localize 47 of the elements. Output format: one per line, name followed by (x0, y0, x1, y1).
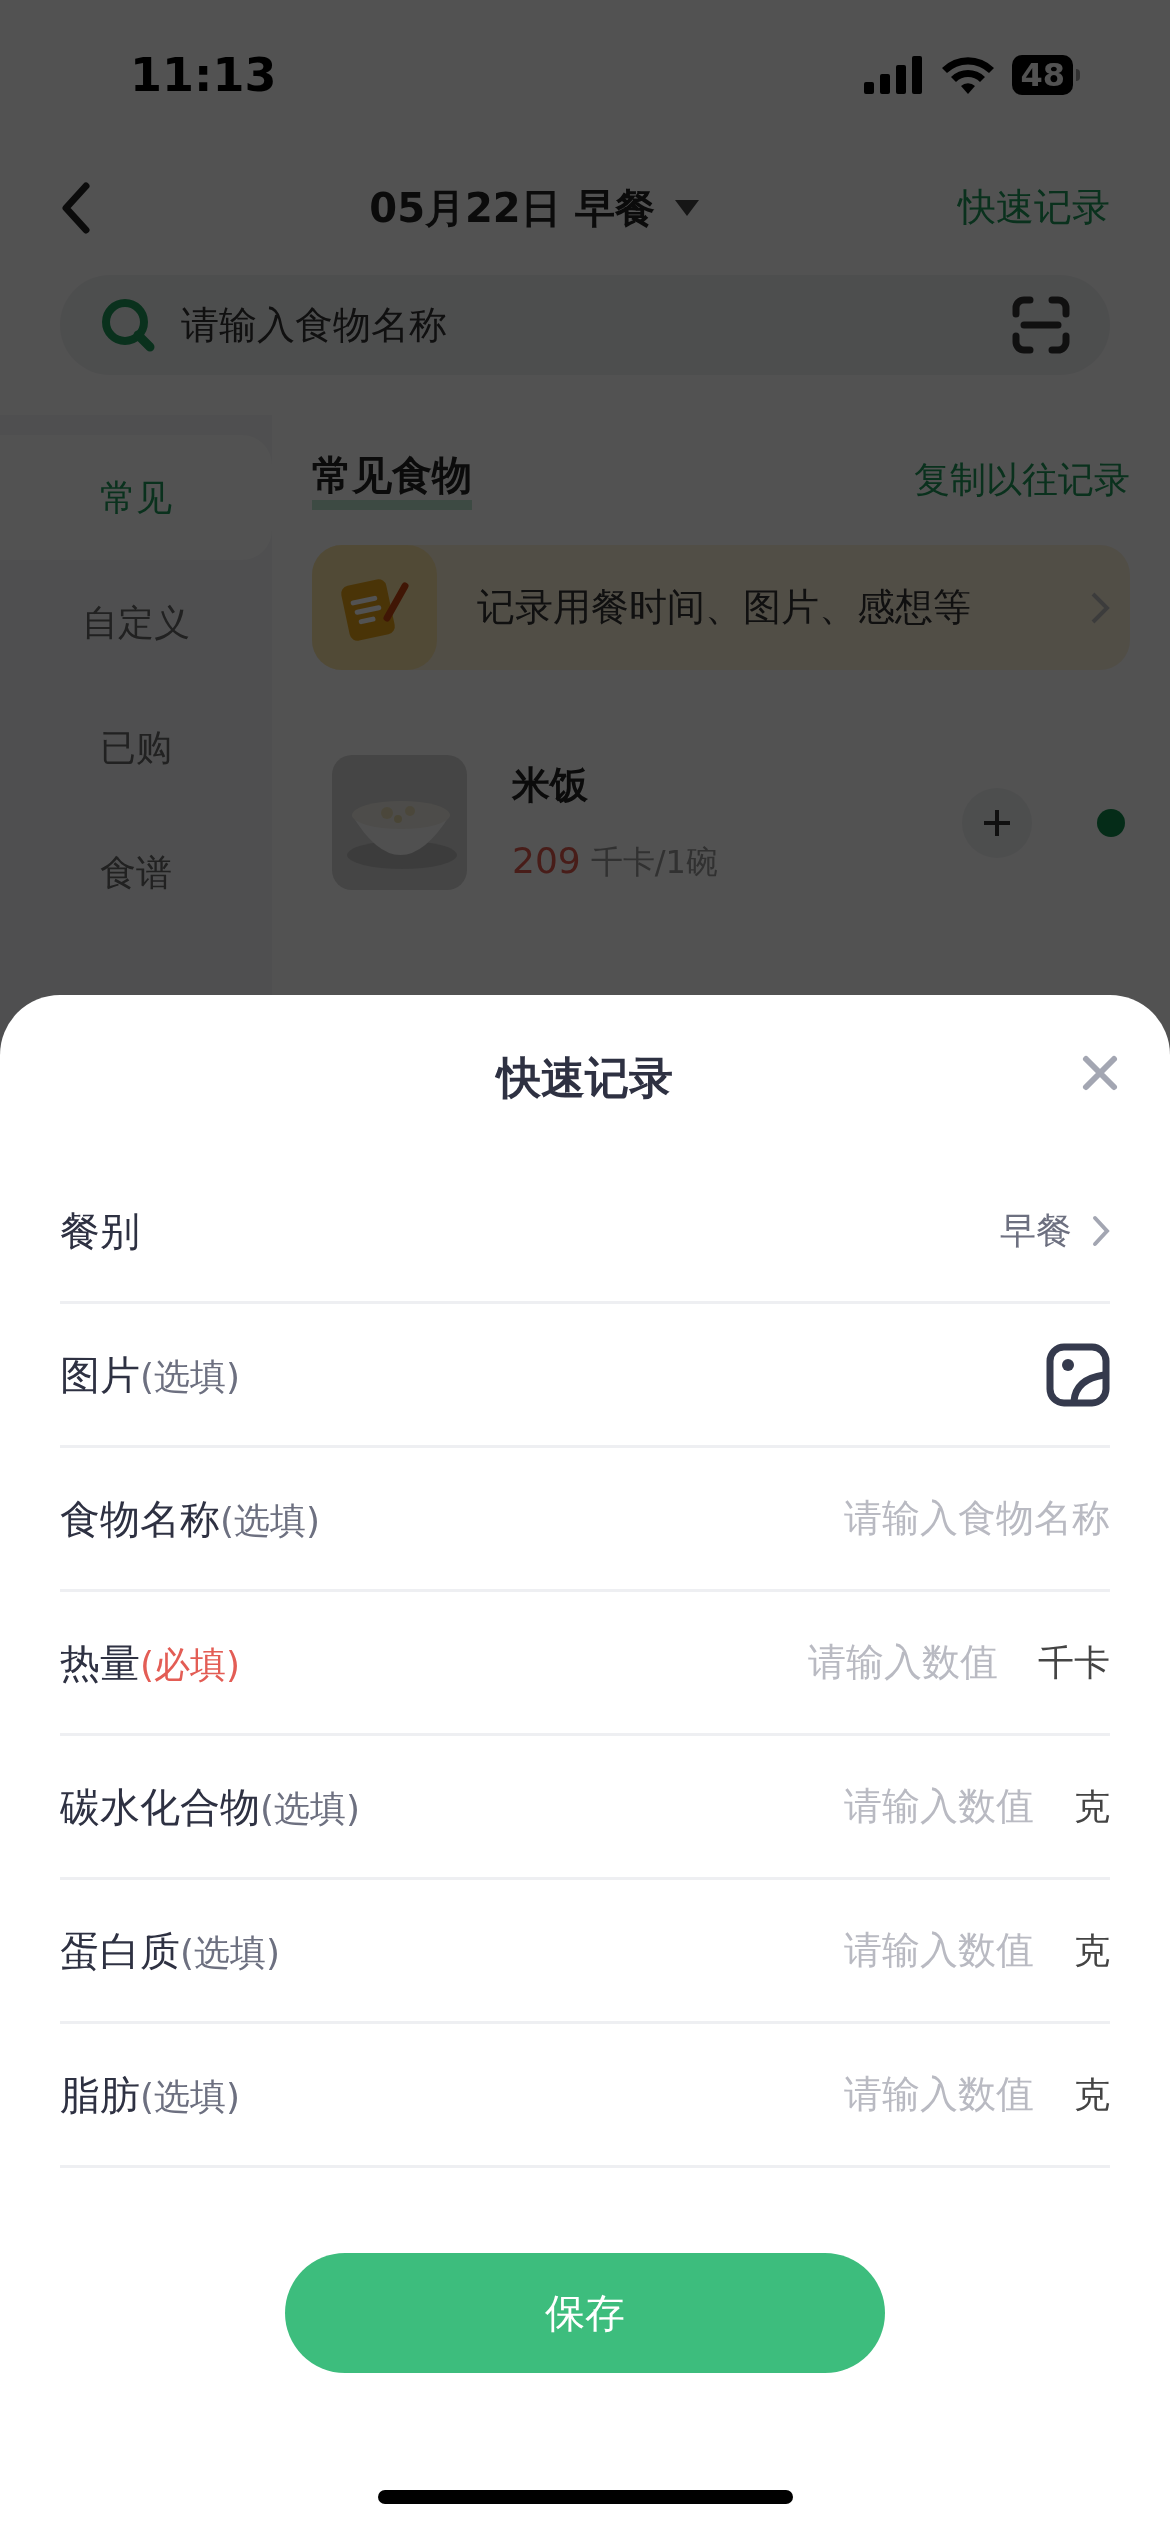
field-label: 餐别 (60, 1206, 140, 1256)
input-field[interactable]: 请输入食物名称 (690, 1490, 1110, 1547)
input-field[interactable]: 请输入数值 (614, 1922, 1034, 1979)
field-label: 脂肪 (60, 2070, 140, 2120)
battery-level: 48 (1012, 55, 1073, 95)
input-field[interactable]: 请输入数值 (614, 2066, 1034, 2123)
field-label: 蛋白质 (60, 1926, 180, 1976)
signal-icon (864, 56, 925, 94)
optional-note: (选填) (220, 1498, 321, 1543)
section-title: 常见食物 (312, 450, 472, 510)
meal-selector[interactable]: 早餐 (1000, 1203, 1110, 1258)
search-field[interactable]: 请输入食物名称 (181, 296, 987, 354)
save-button[interactable]: 保存 (285, 2253, 885, 2373)
record-banner[interactable]: 记录用餐时间、图片、感想等 (312, 545, 1130, 670)
food-name: 米饭 (512, 762, 589, 809)
unit-label: 克 (1074, 2072, 1110, 2117)
plus-icon (982, 807, 1012, 838)
unit-label: 克 (1074, 1928, 1110, 1973)
field-label: 热量 (60, 1638, 140, 1688)
notepad-icon (312, 545, 437, 670)
banner-text: 记录用餐时间、图片、感想等 (477, 584, 972, 631)
optional-note: (选填) (180, 1930, 281, 1975)
search-icon (100, 297, 156, 353)
status-time: 11:13 (130, 46, 277, 104)
optional-note: (选填) (140, 2074, 241, 2119)
field-label: 食物名称 (60, 1494, 220, 1544)
search-bar[interactable]: 请输入食物名称 (60, 275, 1110, 375)
wifi-icon (942, 56, 995, 94)
field-label: 碳水化合物 (60, 1782, 260, 1832)
optional-note: (选填) (140, 1354, 241, 1399)
field-label: 图片 (60, 1350, 140, 1400)
sheet-title: 快速记录 (497, 1050, 673, 1105)
copy-records-link[interactable]: 复制以往记录 (914, 453, 1130, 507)
caret-down-icon (674, 199, 699, 216)
chevron-right-icon (1092, 1214, 1110, 1247)
input-field[interactable]: 请输入数值 (578, 1634, 998, 1691)
unit-label: 克 (1074, 1784, 1110, 1829)
close-button[interactable] (1080, 1053, 1120, 1093)
optional-note: (选填) (260, 1786, 361, 1831)
input-field[interactable]: 请输入数值 (614, 1778, 1034, 1835)
image-upload-icon[interactable] (1046, 1342, 1110, 1407)
food-calories: 209 (512, 839, 581, 883)
scan-icon[interactable] (1012, 296, 1070, 354)
date-meal-selector[interactable]: 05月22日 早餐 (369, 177, 699, 238)
quick-record-link[interactable]: 快速记录 (958, 179, 1110, 236)
required-note: (必填) (140, 1642, 241, 1687)
unit-label: 千卡 (1038, 1640, 1110, 1685)
